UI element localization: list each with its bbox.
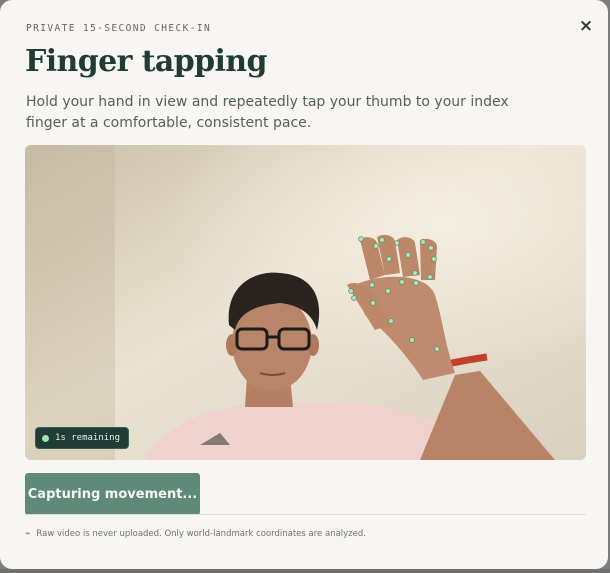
recording-timer: 1s remaining (35, 427, 130, 449)
dialog-description: Hold your hand in view and repeatedly ta… (26, 94, 509, 131)
privacy-note: ⌁ Raw video is never uploaded. Only worl… (25, 529, 366, 539)
privacy-note-text: Raw video is never uploaded. Only world-… (36, 529, 366, 539)
recording-dot-icon (42, 434, 49, 442)
page-bottom-edge (0, 569, 610, 573)
dialog-eyebrow: PRIVATE 15-SECOND CHECK-IN (26, 23, 212, 34)
camera-feed-image (25, 145, 586, 460)
camera-preview (25, 145, 586, 460)
divider (25, 514, 586, 515)
close-icon[interactable]: × (579, 16, 593, 36)
dialog-title: Finger tapping (25, 44, 267, 79)
shield-off-icon: ⌁ (25, 529, 31, 539)
close-button[interactable]: × (578, 16, 594, 36)
capture-movement-button[interactable]: Capturing movement... (25, 473, 200, 515)
finger-tapping-dialog: PRIVATE 15-SECOND CHECK-IN × Finger tapp… (0, 0, 608, 569)
timer-text: 1s remaining (55, 433, 121, 443)
